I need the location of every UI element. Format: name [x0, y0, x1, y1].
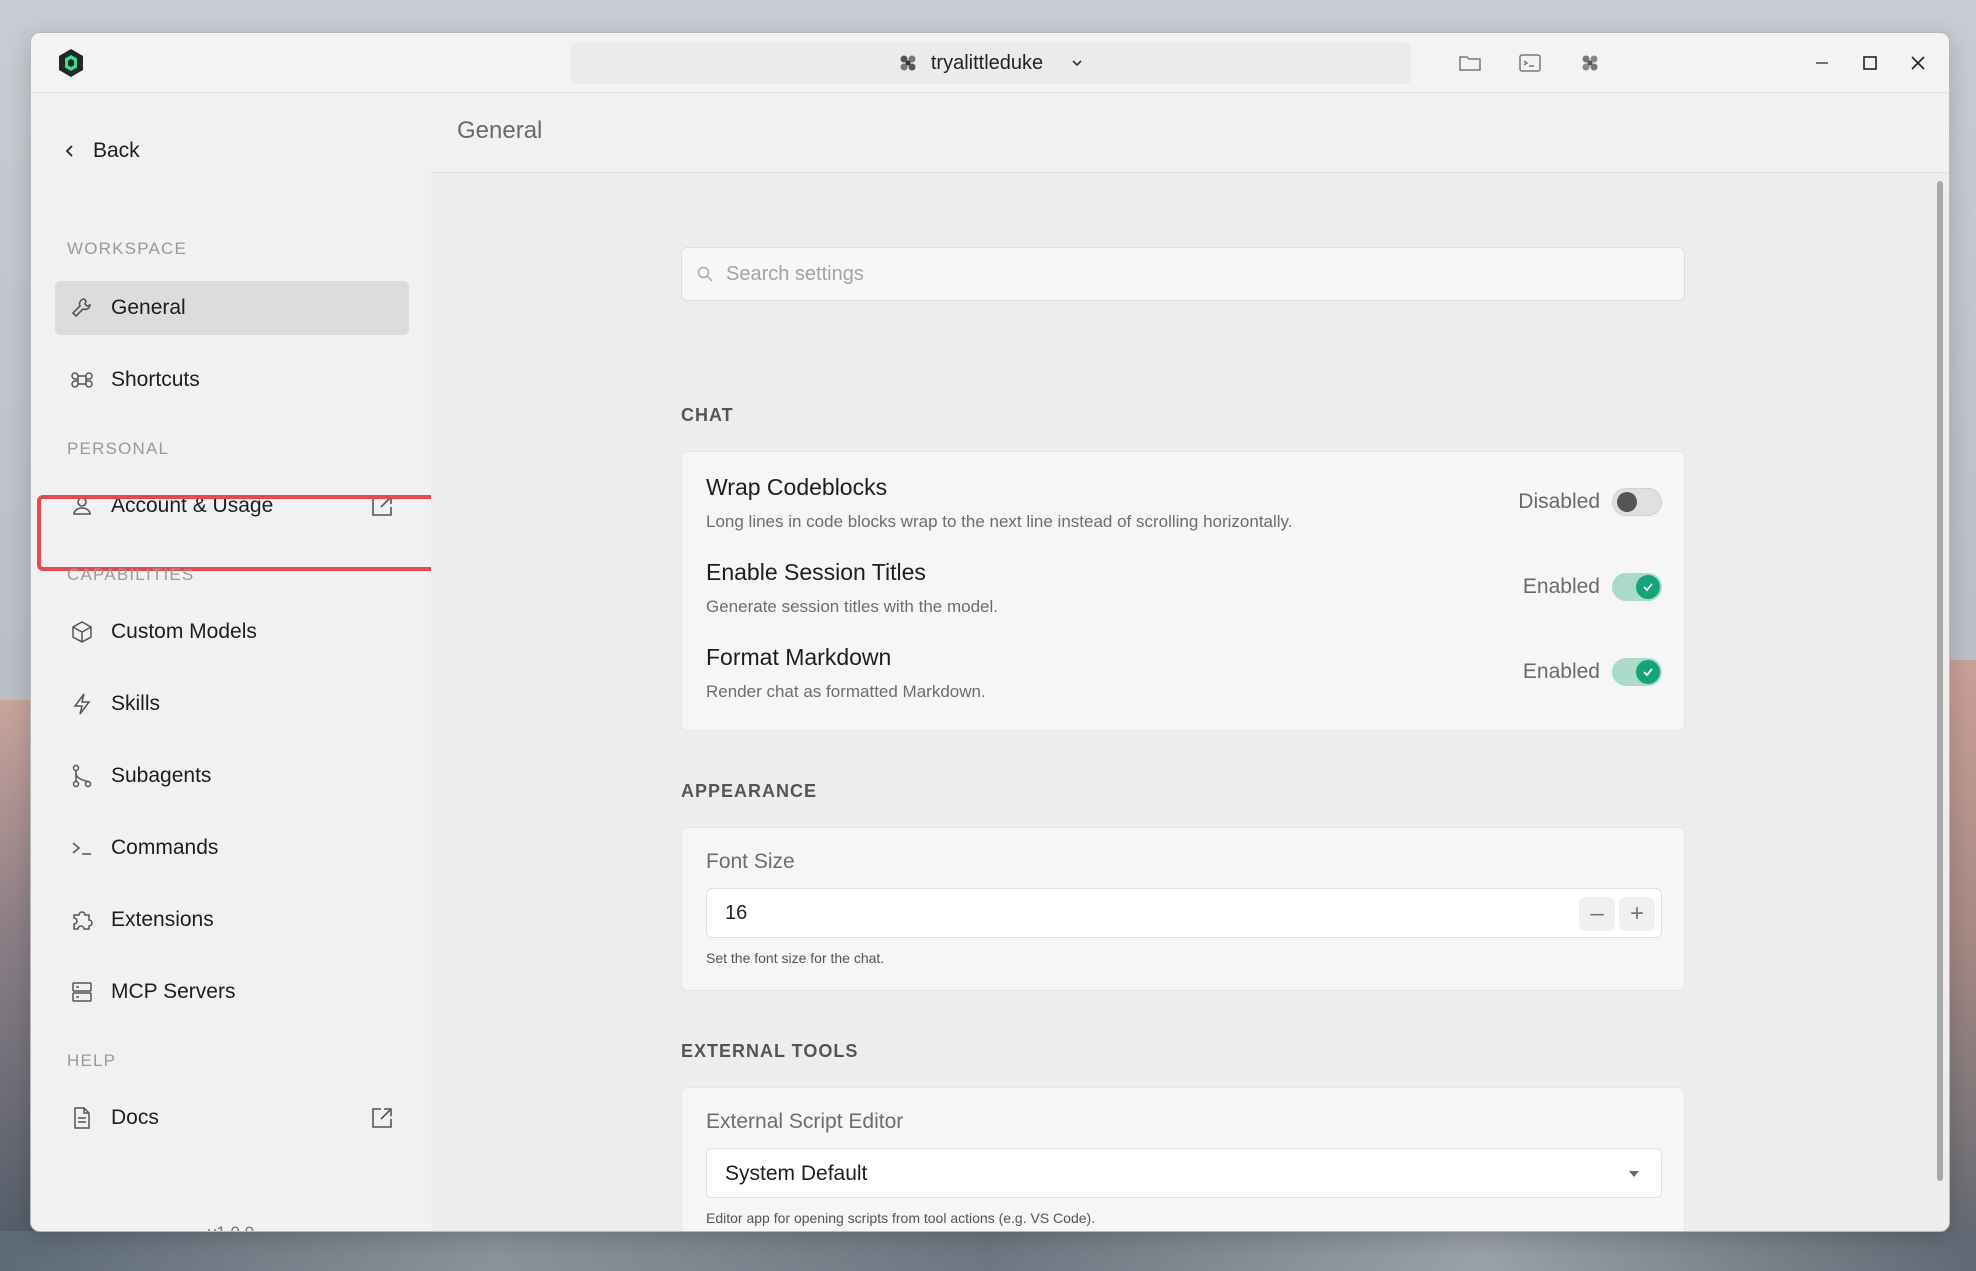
editor-label: External Script Editor [706, 1110, 904, 1133]
sidebar-item-subagents[interactable]: Subagents [55, 749, 409, 803]
settings-content: CHAT Wrap Codeblocks Long lines in code … [431, 173, 1949, 1231]
sidebar-item-label: General [111, 296, 186, 319]
app-logo-icon [59, 49, 83, 77]
main-header: General [431, 93, 1949, 173]
font-size-label: Font Size [706, 850, 795, 873]
sidebar-item-extensions[interactable]: Extensions [55, 893, 409, 947]
folder-icon[interactable] [1457, 50, 1483, 76]
scrollbar[interactable] [1937, 181, 1943, 1181]
setting-state: Enabled [1522, 660, 1600, 683]
sidebar-item-custom-models[interactable]: Custom Models [55, 605, 409, 659]
back-label: Back [93, 139, 140, 162]
workspace-icon [900, 55, 916, 71]
sidebar-item-mcp-servers[interactable]: MCP Servers [55, 965, 409, 1019]
section-label-capabilities: CAPABILITIES [67, 565, 195, 584]
maximize-icon[interactable] [1859, 52, 1881, 74]
document-icon [74, 1107, 90, 1129]
back-button[interactable]: Back [61, 133, 140, 169]
section-label-personal: PERSONAL [67, 439, 170, 458]
editor-help: Editor app for opening scripts from tool… [706, 1210, 1096, 1226]
setting-state: Disabled [1518, 490, 1600, 513]
desktop-background-right [1946, 660, 1976, 1271]
selected-editor: System Default [725, 1162, 868, 1185]
minimize-icon[interactable] [1811, 52, 1833, 74]
caret-down-icon [1629, 1171, 1639, 1177]
toggle-knob [1636, 660, 1660, 684]
sidebar-item-skills[interactable]: Skills [55, 677, 409, 731]
section-label-chat: CHAT [681, 405, 734, 425]
increment-button[interactable]: + [1619, 897, 1655, 931]
page-title: General [457, 117, 543, 144]
sidebar-item-label: Skills [111, 692, 161, 715]
search-icon [697, 266, 713, 282]
sidebar-item-label: Commands [111, 836, 219, 859]
section-label-workspace: WORKSPACE [67, 239, 188, 258]
desktop-background-bottom [0, 1231, 1976, 1271]
setting-session-titles: Enable Session Titles Generate session t… [706, 559, 1662, 635]
script-editor-select[interactable]: System Default [706, 1148, 1662, 1198]
external-tools-card: External Script Editor System Default Ed… [681, 1087, 1685, 1231]
server-icon [72, 982, 92, 1002]
external-link-icon [372, 1108, 392, 1128]
chat-settings-card: Wrap Codeblocks Long lines in code block… [681, 451, 1685, 731]
prompt-icon [72, 842, 91, 855]
setting-description: Render chat as formatted Markdown. [706, 682, 986, 701]
chevron-down-icon [1072, 60, 1082, 67]
setting-description: Long lines in code blocks wrap to the ne… [706, 512, 1293, 531]
setting-format-markdown: Format Markdown Render chat as formatted… [706, 644, 1662, 720]
cube-icon [72, 621, 92, 643]
decrement-button[interactable]: – [1579, 897, 1615, 931]
app-window: tryalittleduke Back WORKSPACE General Sh… [30, 32, 1950, 1232]
sidebar-item-label: Extensions [111, 908, 214, 931]
close-icon[interactable] [1907, 52, 1929, 74]
wrap-codeblocks-toggle[interactable] [1612, 488, 1662, 516]
sidebar-item-label: MCP Servers [111, 980, 236, 1003]
command-key-icon [71, 372, 93, 388]
branch-icon [72, 764, 92, 788]
check-icon [1643, 668, 1653, 677]
chevron-left-icon [65, 145, 73, 157]
sidebar-item-label: Subagents [111, 764, 212, 787]
workspace-icon[interactable] [1577, 50, 1603, 76]
workspace-switcher[interactable]: tryalittleduke [571, 42, 1411, 84]
format-markdown-toggle[interactable] [1612, 658, 1662, 686]
setting-title: Enable Session Titles [706, 559, 926, 585]
settings-main: General CHAT Wrap Codeblocks Long lines … [431, 93, 1949, 1231]
font-size-stepper[interactable]: 16 – + [706, 888, 1662, 938]
font-size-value: 16 [725, 902, 748, 924]
toggle-knob [1636, 575, 1660, 599]
puzzle-icon [73, 911, 93, 930]
workspace-name: tryalittleduke [930, 51, 1044, 74]
app-version: v1.0.9 [31, 1223, 431, 1231]
highlight-box [37, 495, 451, 571]
font-size-help: Set the font size for the chat. [706, 950, 885, 966]
appearance-settings-card: Font Size 16 – + Set the font size for t… [681, 827, 1685, 991]
sidebar-item-shortcuts[interactable]: Shortcuts [55, 353, 409, 407]
sidebar-item-docs[interactable]: Docs [55, 1091, 409, 1145]
sidebar-item-label: Docs [111, 1106, 159, 1129]
setting-wrap-codeblocks: Wrap Codeblocks Long lines in code block… [706, 474, 1662, 550]
toggle-knob [1617, 492, 1637, 512]
setting-title: Wrap Codeblocks [706, 474, 888, 500]
setting-title: Format Markdown [706, 644, 892, 670]
check-icon [1643, 583, 1653, 592]
section-label-help: HELP [67, 1051, 117, 1070]
wrench-icon [71, 298, 91, 318]
lightning-icon [73, 693, 91, 715]
terminal-icon[interactable] [1517, 50, 1543, 76]
settings-sidebar: Back WORKSPACE General Shortcuts PERSONA… [31, 93, 451, 1231]
setting-state: Enabled [1522, 575, 1600, 598]
sidebar-item-label: Shortcuts [111, 368, 200, 391]
sidebar-item-general[interactable]: General [55, 281, 409, 335]
session-titles-toggle[interactable] [1612, 573, 1662, 601]
section-label-appearance: APPEARANCE [681, 781, 818, 801]
sidebar-item-label: Custom Models [111, 620, 257, 643]
setting-description: Generate session titles with the model. [706, 597, 998, 616]
search-box[interactable] [681, 247, 1685, 301]
title-bar: tryalittleduke [31, 33, 1949, 93]
section-label-external-tools: EXTERNAL TOOLS [681, 1041, 859, 1061]
sidebar-item-commands[interactable]: Commands [55, 821, 409, 875]
search-input[interactable] [726, 262, 1626, 286]
